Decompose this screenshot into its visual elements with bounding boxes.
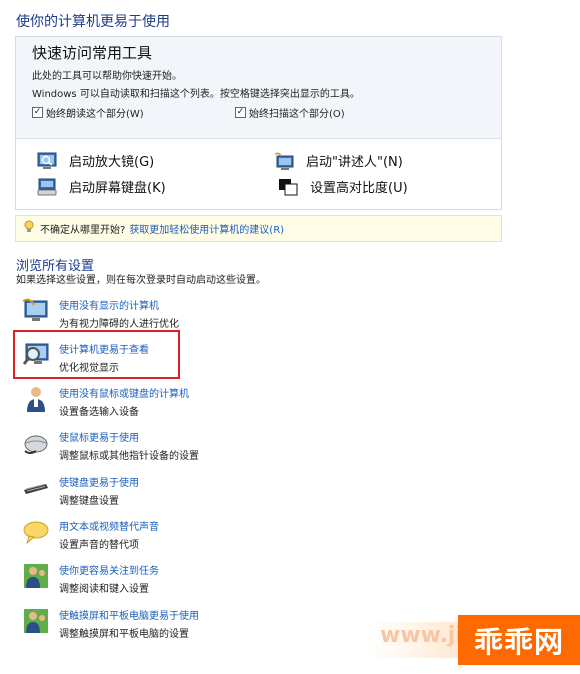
people-icon [22, 607, 50, 635]
setting-item: 用文本或视频替代声音 设置声音的替代项 [22, 518, 322, 558]
quick-access-windows-note: Windows 可以自动读取和扫描这个列表。按空格键选择突出显示的工具。 [32, 89, 360, 100]
start-magnifier-label: 启动放大镜(G) [69, 155, 155, 170]
setting-link[interactable]: 用文本或视频替代声音 [59, 518, 159, 533]
start-osk-label: 启动屏幕键盘(K) [69, 181, 166, 196]
high-contrast-icon [278, 178, 298, 196]
quick-access-panel: 快速访问常用工具 此处的工具可以帮助你快速开始。 Windows 可以自动读取和… [15, 36, 502, 210]
watermark-logo: 乖乖网 [458, 615, 580, 665]
setting-link[interactable]: 使用没有鼠标或键盘的计算机 [59, 385, 189, 400]
setting-description: 为有视力障碍的人进行优化 [59, 319, 179, 330]
setting-item: 使键盘更易于使用 调整键盘设置 [22, 474, 322, 514]
setting-description: 调整触摸屏和平板电脑的设置 [59, 629, 189, 640]
speech-bubble-icon [22, 518, 50, 546]
setting-description: 设置备选输入设备 [59, 407, 139, 418]
high-contrast-label: 设置高对比度(U) [310, 181, 408, 196]
high-contrast-button[interactable]: 设置高对比度(U) [278, 177, 408, 196]
tips-link[interactable]: 获取更加轻松使用计算机的建议(R) [129, 221, 284, 236]
setting-link[interactable]: 使键盘更易于使用 [59, 474, 139, 489]
start-magnifier-button[interactable]: 启动放大镜(G) [37, 151, 154, 170]
setting-item: 使你更容易关注到任务 调整阅读和键入设置 [22, 562, 322, 602]
page-title: 使你的计算机更易于使用 [16, 14, 170, 30]
person-icon [22, 385, 50, 413]
keyboard-icon [22, 474, 50, 502]
tip-text: 不确定从哪里开始? [40, 225, 126, 236]
start-osk-button[interactable]: 启动屏幕键盘(K) [37, 177, 166, 196]
monitor-icon [22, 297, 50, 325]
always-read-checkbox[interactable]: ✓ 始终朗读这个部分(W) [32, 105, 144, 120]
setting-item: 使触摸屏和平板电脑更易于使用 调整触摸屏和平板电脑的设置 [22, 607, 322, 647]
setting-link[interactable]: 使触摸屏和平板电脑更易于使用 [59, 607, 199, 622]
browse-description: 如果选择这些设置，则在每次登录时自动启动这些设置。 [16, 275, 266, 286]
setting-description: 设置声音的替代项 [59, 540, 139, 551]
setting-description: 调整鼠标或其他指针设备的设置 [59, 451, 199, 462]
setting-link[interactable]: 使用没有显示的计算机 [59, 297, 159, 312]
narrator-icon [274, 152, 294, 170]
mouse-icon [22, 429, 50, 457]
lightbulb-icon [24, 220, 34, 237]
always-read-label: 始终朗读这个部分(W) [46, 109, 144, 120]
tip-bar: 不确定从哪里开始? 获取更加轻松使用计算机的建议(R) [15, 215, 502, 242]
setting-description: 调整阅读和键入设置 [59, 584, 149, 595]
setting-link[interactable]: 使你更容易关注到任务 [59, 562, 159, 577]
setting-link[interactable]: 使鼠标更易于使用 [59, 429, 139, 444]
checkbox-checked-icon: ✓ [32, 107, 43, 118]
quick-access-description: 此处的工具可以帮助你快速开始。 [32, 71, 182, 82]
people-icon [22, 562, 50, 590]
always-scan-checkbox[interactable]: ✓ 始终扫描这个部分(O) [235, 105, 345, 120]
quick-access-heading: 快速访问常用工具 [32, 44, 153, 62]
start-narrator-button[interactable]: 启动"讲述人"(N) [274, 151, 403, 170]
keyboard-icon [37, 178, 57, 196]
setting-description: 调整键盘设置 [59, 496, 119, 507]
setting-item: 使鼠标更易于使用 调整鼠标或其他指针设备的设置 [22, 429, 322, 469]
always-scan-label: 始终扫描这个部分(O) [249, 109, 345, 120]
quick-access-header: 快速访问常用工具 此处的工具可以帮助你快速开始。 Windows 可以自动读取和… [16, 37, 501, 139]
setting-item: 使用没有鼠标或键盘的计算机 设置备选输入设备 [22, 385, 322, 425]
highlight-box [13, 330, 180, 379]
magnifier-icon [37, 152, 57, 170]
checkbox-checked-icon: ✓ [235, 107, 246, 118]
start-narrator-label: 启动"讲述人"(N) [306, 155, 403, 170]
